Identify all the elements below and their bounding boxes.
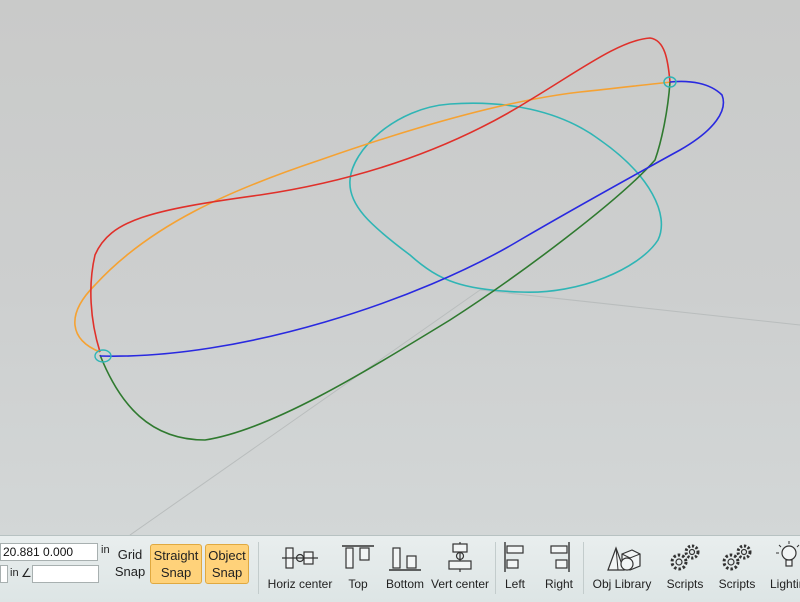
straight-snap-label-2: Snap xyxy=(160,565,192,580)
grid-snap-toggle[interactable]: Grid Snap xyxy=(112,546,148,580)
length-unit-label: in xyxy=(10,567,19,579)
align-top-button[interactable]: Top xyxy=(338,540,378,598)
straight-snap-label-1: Straight xyxy=(153,548,199,563)
ground-line xyxy=(479,289,800,326)
horiz-center-button[interactable]: Horiz center xyxy=(266,540,334,598)
angle-icon: ∠ xyxy=(21,566,32,580)
curve-canvas[interactable] xyxy=(0,0,800,535)
scripts-label-2: Scripts xyxy=(718,577,756,591)
align-left-button[interactable]: Left xyxy=(498,540,532,598)
scripts-label-1: Scripts xyxy=(666,577,704,591)
3d-viewport[interactable] xyxy=(0,0,800,535)
light-bulb-icon xyxy=(776,541,800,567)
toolbar-separator xyxy=(258,542,259,594)
green-curve[interactable] xyxy=(99,81,671,441)
horiz-center-label: Horiz center xyxy=(267,577,333,591)
align-top-icon xyxy=(342,545,374,569)
gears-icon xyxy=(722,544,752,571)
object-library-button[interactable]: Obj Library xyxy=(590,540,654,598)
coordinate-input[interactable]: 20.881 0.000 xyxy=(0,543,98,561)
scripts-button-2[interactable]: Scripts xyxy=(714,540,760,598)
object-snap-label-2: Snap xyxy=(211,565,243,580)
align-left-icon xyxy=(504,542,524,572)
align-right-icon xyxy=(550,542,570,572)
lighting-button[interactable]: Lighting xyxy=(768,540,800,598)
orange-curve[interactable] xyxy=(74,81,673,353)
ground-line xyxy=(129,289,481,535)
horiz-center-icon xyxy=(282,547,318,569)
angle-input[interactable] xyxy=(32,565,99,583)
toolbar-separator xyxy=(583,542,584,594)
gears-icon xyxy=(670,544,700,571)
vert-center-label: Vert center xyxy=(430,577,490,591)
object-library-label: Obj Library xyxy=(592,577,652,591)
red-curve[interactable] xyxy=(90,37,671,353)
object-snap-toggle[interactable]: Object Snap xyxy=(205,544,249,584)
lighting-label: Lighting xyxy=(770,577,800,591)
vert-center-icon xyxy=(448,542,472,572)
grid-snap-label-2: Snap xyxy=(114,564,146,579)
bottom-toolbar: 20.881 0.000 in in ∠ Grid Snap Straight … xyxy=(0,535,800,602)
align-top-label: Top xyxy=(348,577,368,591)
blue-curve[interactable] xyxy=(99,80,725,357)
align-bottom-button[interactable]: Bottom xyxy=(383,540,427,598)
vert-center-button[interactable]: Vert center xyxy=(430,540,490,598)
toolbar-separator xyxy=(495,542,496,594)
grid-snap-label-1: Grid xyxy=(117,547,143,562)
coordinate-unit-label: in xyxy=(101,544,110,556)
align-right-label: Right xyxy=(544,577,573,591)
align-right-button[interactable]: Right xyxy=(540,540,578,598)
straight-snap-toggle[interactable]: Straight Snap xyxy=(150,544,202,584)
scripts-button-1[interactable]: Scripts xyxy=(662,540,708,598)
align-bottom-label: Bottom xyxy=(385,577,424,591)
length-input[interactable] xyxy=(0,565,8,583)
object-library-icon xyxy=(607,546,641,571)
align-left-label: Left xyxy=(504,577,525,591)
align-bottom-icon xyxy=(389,547,421,571)
object-snap-label-1: Object xyxy=(208,548,246,563)
